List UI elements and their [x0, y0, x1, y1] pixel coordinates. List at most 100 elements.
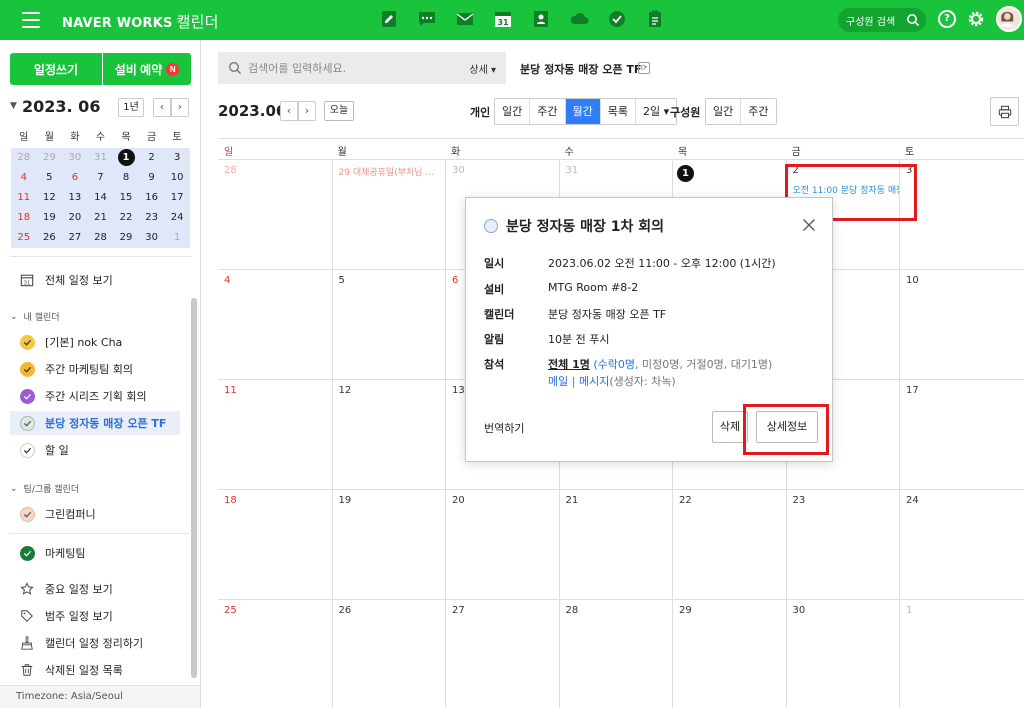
day-cell[interactable]: 12 [331, 380, 446, 490]
mini-day[interactable]: 9 [139, 168, 165, 188]
day-cell[interactable]: 22 [672, 490, 786, 600]
mini-day[interactable]: 30 [62, 148, 88, 168]
mini-day[interactable]: 31 [88, 148, 114, 168]
calendar-item-todo[interactable]: 할 일 [10, 438, 180, 462]
mini-day[interactable]: 11 [11, 188, 37, 208]
mini-day[interactable]: 27 [62, 228, 88, 248]
calendar-icon[interactable]: 31 [492, 8, 514, 30]
mini-calendar-title[interactable]: 2023. 06 [22, 97, 100, 116]
mini-day[interactable]: 29 [113, 228, 139, 248]
translate-link[interactable]: 번역하기 [484, 420, 524, 436]
mini-day[interactable]: 16 [139, 188, 165, 208]
event-item[interactable]: 오전 11:00 분당 정자동 매장 [793, 183, 899, 196]
calendar-item-weekly-series[interactable]: 주간 시리즈 기획 회의 [10, 384, 180, 408]
day-cell[interactable]: 25 [218, 600, 332, 708]
view-daily-button[interactable]: 일간 [495, 99, 531, 124]
mini-day[interactable]: 10 [164, 168, 190, 188]
calendar-item-bundang-tf[interactable]: 분당 정자동 매장 오픈 TF [10, 411, 180, 435]
mini-day[interactable]: 7 [88, 168, 114, 188]
day-cell[interactable]: 21 [558, 490, 673, 600]
mini-day-today[interactable]: 1 [113, 148, 139, 168]
day-cell[interactable]: 5 [331, 270, 446, 380]
mini-day[interactable]: 12 [37, 188, 63, 208]
next-month-button[interactable]: › [298, 101, 316, 121]
calendar-item-default[interactable]: [기본] nok Cha [10, 330, 180, 354]
day-cell[interactable]: 29 [672, 600, 786, 708]
search-input[interactable] [248, 59, 448, 77]
mail-link[interactable]: 메일 [548, 375, 568, 388]
day-cell[interactable]: 11 [218, 380, 332, 490]
view-monthly-button[interactable]: 월간 [565, 99, 601, 124]
day-cell[interactable]: 30 [785, 600, 900, 708]
chat-icon[interactable] [416, 8, 438, 30]
day-cell[interactable]: 28 [218, 160, 332, 270]
help-icon[interactable]: ? [938, 10, 956, 28]
mini-day[interactable]: 1 [164, 228, 190, 248]
board-icon[interactable] [378, 8, 400, 30]
attendee-total-link[interactable]: 전체 1명 [548, 358, 590, 371]
mini-day[interactable]: 26 [37, 228, 63, 248]
print-button[interactable] [990, 97, 1019, 126]
gear-icon[interactable] [966, 9, 986, 29]
drive-icon[interactable] [568, 8, 590, 30]
mini-day[interactable]: 28 [88, 228, 114, 248]
mini-day[interactable]: 30 [139, 228, 165, 248]
day-cell[interactable]: 29 대체공휴일(부처님 ... [331, 160, 446, 270]
day-cell[interactable]: 17 [899, 380, 1013, 490]
prev-month-button[interactable]: ‹ [280, 101, 298, 121]
check-circle-icon[interactable] [19, 442, 35, 458]
day-cell[interactable]: 1 [899, 600, 1013, 708]
all-schedules-link[interactable]: 31 전체 일정 보기 [10, 268, 180, 292]
day-cell[interactable]: 28 [558, 600, 673, 708]
mini-day[interactable]: 8 [113, 168, 139, 188]
close-icon[interactable] [802, 218, 816, 232]
mini-day[interactable]: 25 [11, 228, 37, 248]
check-circle-icon[interactable] [19, 334, 35, 350]
mini-day[interactable]: 15 [113, 188, 139, 208]
important-schedules-link[interactable]: 중요 일정 보기 [10, 577, 180, 601]
avatar[interactable] [996, 6, 1022, 32]
message-link[interactable]: 메시지 [579, 375, 609, 388]
mini-day[interactable]: 20 [62, 208, 88, 228]
check-circle-icon[interactable] [19, 415, 35, 431]
member-search-button[interactable]: 구성원 검색 [838, 8, 926, 32]
day-cell[interactable]: 24 [899, 490, 1013, 600]
mini-day[interactable]: 18 [11, 208, 37, 228]
team-calendars-header[interactable]: ⌄ 팀/그룹 캘린더 [10, 482, 79, 496]
day-cell[interactable]: 3 [899, 160, 1013, 270]
day-cell[interactable]: 4 [218, 270, 332, 380]
delete-button[interactable]: 삭제 [712, 411, 748, 443]
day-cell[interactable]: 26 [331, 600, 446, 708]
view-list-button[interactable]: 목록 [601, 99, 636, 124]
reserve-facility-button[interactable]: 설비 예약 N [103, 53, 191, 85]
mini-day[interactable]: 14 [88, 188, 114, 208]
mini-day[interactable]: 6 [62, 168, 88, 188]
check-circle-icon[interactable] [19, 545, 35, 561]
brand-logo[interactable]: NAVER WORKS 캘린더 [62, 11, 219, 32]
year-view-button[interactable]: 1년 [118, 98, 144, 117]
day-cell[interactable]: 20 [445, 490, 559, 600]
day-cell[interactable]: 10 [899, 270, 1013, 380]
view-weekly-button[interactable]: 주간 [530, 99, 566, 124]
detail-button[interactable]: 상세정보 [756, 411, 818, 443]
menu-icon[interactable] [22, 12, 40, 28]
mini-day[interactable]: 4 [11, 168, 37, 188]
category-schedules-link[interactable]: 범주 일정 보기 [10, 604, 180, 628]
refresh-icon[interactable]: ⟳ [638, 62, 650, 74]
member-daily-button[interactable]: 일간 [706, 99, 742, 124]
approval-icon[interactable] [644, 8, 666, 30]
calendar-item-green-company[interactable]: 그린컴퍼니 [10, 502, 180, 526]
mini-next-month-button[interactable]: › [171, 98, 189, 117]
mini-day[interactable]: 5 [37, 168, 63, 188]
mini-day[interactable]: 13 [62, 188, 88, 208]
check-circle-icon[interactable] [19, 361, 35, 377]
mini-day[interactable]: 2 [139, 148, 165, 168]
task-icon[interactable] [606, 8, 628, 30]
mini-day[interactable]: 24 [164, 208, 190, 228]
sidebar-scrollbar[interactable] [191, 298, 197, 678]
write-schedule-button[interactable]: 일정쓰기 [10, 53, 102, 85]
mini-day[interactable]: 28 [11, 148, 37, 168]
day-cell[interactable]: 18 [218, 490, 332, 600]
contacts-icon[interactable] [530, 8, 552, 30]
my-calendars-header[interactable]: ⌄ 내 캘린더 [10, 310, 60, 324]
